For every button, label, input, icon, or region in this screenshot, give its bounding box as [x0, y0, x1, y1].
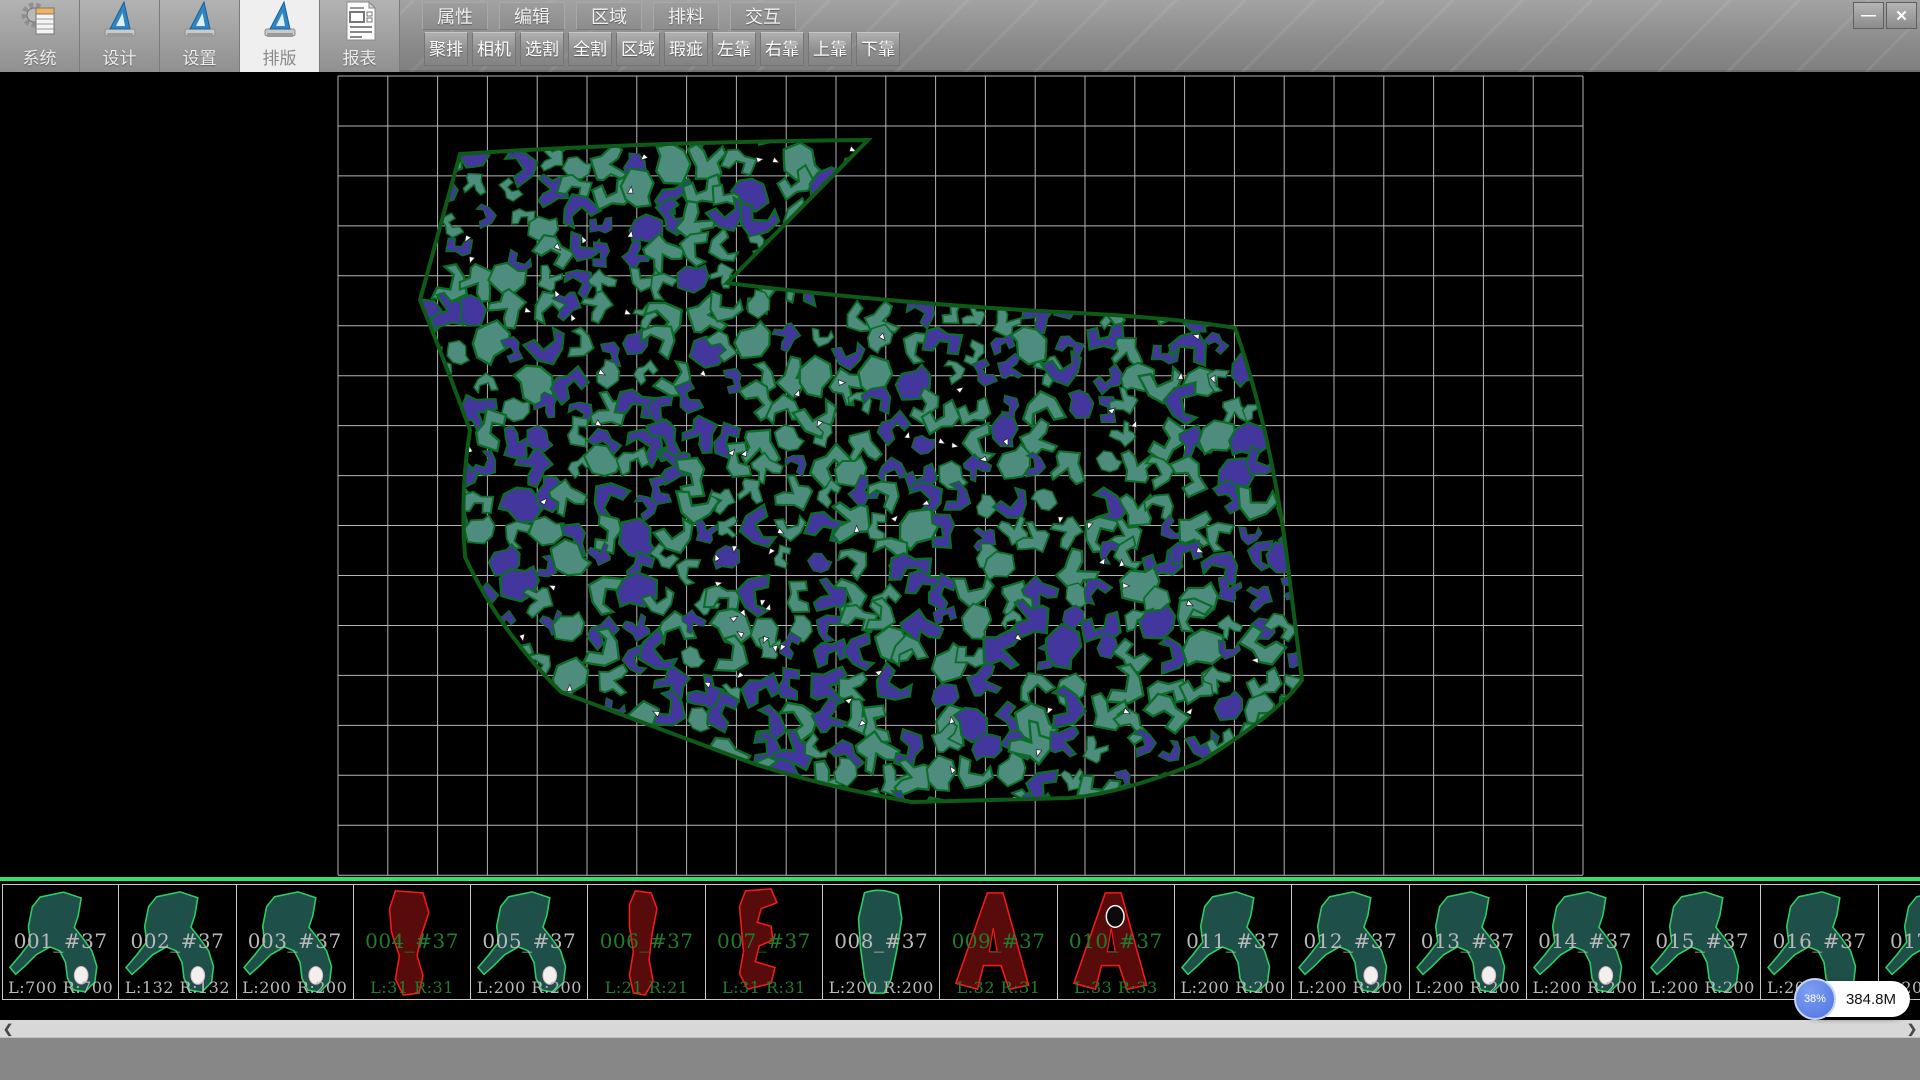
tool-button-5[interactable]: 区域 — [616, 32, 660, 66]
menu-tab-2[interactable]: 编辑 — [499, 2, 565, 30]
piece-label: 006_#37 — [588, 929, 704, 953]
gear-table-icon — [18, 0, 62, 43]
piece-label: 014_#37 — [1527, 929, 1643, 953]
piece-label: 001_#37 — [3, 929, 118, 953]
piece-label: 015_#37 — [1644, 929, 1760, 953]
tool-button-7[interactable]: 左靠 — [712, 32, 756, 66]
toolbar-row: 聚排相机选割全割区域瑕疵左靠右靠上靠下靠 — [424, 32, 900, 66]
memory-badge: 38% 384.8M — [1800, 981, 1910, 1017]
ruler-icon — [98, 0, 142, 43]
nav-button-5[interactable]: 报表 — [320, 0, 400, 72]
piece-label: 008_#37 — [823, 929, 939, 953]
progress-percent-badge: 38% — [1794, 978, 1836, 1020]
minimize-button[interactable]: — — [1853, 2, 1884, 29]
piece-cell-003_#37[interactable]: 003_#37 L:200 R:200 — [237, 884, 354, 1000]
piece-label: 007_#37 — [706, 929, 822, 953]
nav-button-2[interactable]: 设计 — [80, 0, 160, 72]
nav-button-1[interactable]: 系统 — [0, 0, 80, 72]
piece-count: L:200 R:200 — [1410, 978, 1526, 997]
ruler-icon — [178, 0, 222, 43]
piece-cell-011_#37[interactable]: 011_#37 L:200 R:200 — [1175, 884, 1292, 1000]
nav-label: 设置 — [183, 44, 217, 69]
piece-cell-013_#37[interactable]: 013_#37 L:200 R:200 — [1410, 884, 1527, 1000]
scroll-left-icon[interactable]: ❮ — [0, 1020, 16, 1037]
piece-count: L:132 R:132 — [119, 978, 235, 997]
piece-label: 005_#37 — [471, 929, 587, 953]
piece-count: L:31 R:31 — [706, 978, 822, 997]
piece-cell-005_#37[interactable]: 005_#37 L:200 R:200 — [471, 884, 588, 1000]
piece-cell-009_#37[interactable]: 009_#37 L:32 R:31 — [940, 884, 1057, 1000]
piece-count: L:200 R:200 — [1527, 978, 1643, 997]
menu-tab-3[interactable]: 区域 — [576, 2, 642, 30]
piece-count: L:200 R:200 — [1175, 978, 1291, 997]
piece-cell-007_#37[interactable]: 007_#37 L:31 R:31 — [706, 884, 823, 1000]
piece-cell-002_#37[interactable]: 002_#37 L:132 R:132 — [119, 884, 236, 1000]
piece-cell-004_#37[interactable]: 004_#37 L:31 R:31 — [354, 884, 471, 1000]
piece-strip: 001_#37L:700 R:700002_#37L:132 R:132003_… — [2, 884, 1920, 1002]
piece-label: 012_#37 — [1292, 929, 1408, 953]
piece-count: L:21 R:21 — [588, 978, 704, 997]
piece-count: L:33 R:33 — [1058, 978, 1174, 997]
piece-cell-008_#37[interactable]: 008_#37 L:200 R:200 — [823, 884, 940, 1000]
tool-button-1[interactable]: 聚排 — [424, 32, 468, 66]
piece-count: L:200 R:200 — [237, 978, 353, 997]
piece-label: 003_#37 — [237, 929, 353, 953]
nav-label: 设计 — [103, 44, 137, 69]
nesting-app-window: 系统设计设置排版报表 属性编辑区域排料交互 聚排相机选割全割区域瑕疵左靠右靠上靠… — [0, 0, 1920, 1080]
menu-tab-1[interactable]: 属性 — [422, 2, 488, 30]
menu-tab-row: 属性编辑区域排料交互 — [422, 2, 796, 30]
piece-label: 010_#37 — [1058, 929, 1174, 953]
strip-divider-line — [0, 877, 1920, 881]
window-controls: — ✕ — [1853, 2, 1917, 29]
piece-count: L:32 R:31 — [940, 978, 1056, 997]
piece-cell-010_#37[interactable]: 010_#37 L:33 R:33 — [1058, 884, 1175, 1000]
titlebar: 系统设计设置排版报表 属性编辑区域排料交互 聚排相机选割全割区域瑕疵左靠右靠上靠… — [0, 0, 1920, 72]
piece-cell-012_#37[interactable]: 012_#37 L:200 R:200 — [1292, 884, 1409, 1000]
nav-label: 排版 — [263, 44, 297, 69]
piece-cell-006_#37[interactable]: 006_#37 L:21 R:21 — [588, 884, 705, 1000]
piece-cell-015_#37[interactable]: 015_#37 L:200 R:200 — [1644, 884, 1761, 1000]
piece-count: L:31 R:31 — [354, 978, 470, 997]
nesting-canvas-svg[interactable] — [0, 72, 1920, 876]
piece-label: 009_#37 — [940, 929, 1056, 953]
piece-label: 016_#37 — [1761, 929, 1877, 953]
piece-count: L:200 R:200 — [1292, 978, 1408, 997]
tool-button-6[interactable]: 瑕疵 — [664, 32, 708, 66]
tool-button-4[interactable]: 全割 — [568, 32, 612, 66]
piece-count: L:200 R:200 — [823, 978, 939, 997]
status-bar — [0, 1037, 1920, 1080]
piece-label: 004_#37 — [354, 929, 470, 953]
piece-cell-001_#37[interactable]: 001_#37 L:700 R:700 — [2, 884, 119, 1000]
memory-value: 384.8M — [1846, 991, 1896, 1008]
piece-count: L:200 R:200 — [471, 978, 587, 997]
piece-count: L:200 R:200 — [1644, 978, 1760, 997]
piece-label: 013_#37 — [1410, 929, 1526, 953]
menu-tab-5[interactable]: 交互 — [730, 2, 796, 30]
horizontal-scrollbar[interactable]: ❮ ❯ — [0, 1020, 1920, 1037]
piece-count: L:700 R:700 — [3, 978, 118, 997]
nav-label: 报表 — [343, 44, 377, 69]
nav-button-3[interactable]: 设置 — [160, 0, 240, 72]
piece-label: 017_#37 — [1879, 929, 1920, 953]
scroll-right-icon[interactable]: ❯ — [1904, 1020, 1920, 1037]
tool-button-3[interactable]: 选割 — [520, 32, 564, 66]
tool-button-8[interactable]: 右靠 — [760, 32, 804, 66]
nav-button-4[interactable]: 排版 — [240, 0, 320, 72]
piece-label: 011_#37 — [1175, 929, 1291, 953]
nav-label: 系统 — [23, 44, 57, 69]
nesting-canvas[interactable] — [0, 72, 1920, 876]
ruler-icon — [258, 0, 302, 43]
tool-button-10[interactable]: 下靠 — [856, 32, 900, 66]
main-nav: 系统 设计 设置 排版 报表 — [0, 0, 400, 72]
piece-label: 002_#37 — [119, 929, 235, 953]
report-icon — [338, 0, 382, 43]
menu-tab-4[interactable]: 排料 — [653, 2, 719, 30]
tool-button-2[interactable]: 相机 — [472, 32, 516, 66]
piece-cell-014_#37[interactable]: 014_#37 L:200 R:200 — [1527, 884, 1644, 1000]
close-button[interactable]: ✕ — [1886, 2, 1917, 29]
tool-button-9[interactable]: 上靠 — [808, 32, 852, 66]
